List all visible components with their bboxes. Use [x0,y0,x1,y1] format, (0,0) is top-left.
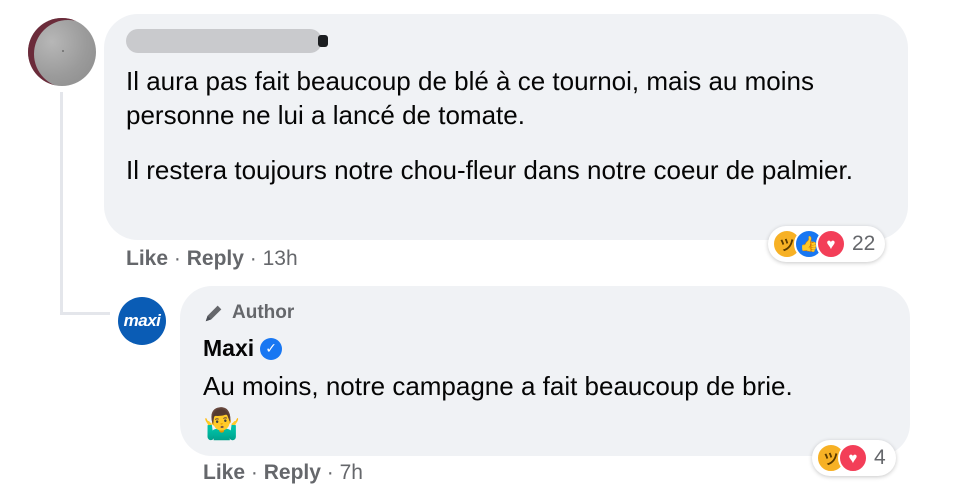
separator: · [250,461,258,484]
separator: · [326,461,334,484]
commenter-name-redacted[interactable] [126,29,328,53]
shrug-emoji-icon: 🤷‍♂️ [203,408,241,441]
reply-reply-button[interactable]: Reply [264,461,321,484]
comment-actions: Like · Reply · 13h [126,247,298,271]
verified-badge-icon: ✓ [260,337,283,360]
pen-icon [205,305,222,322]
separator: · [249,247,257,270]
maxi-logo-text: maxi [123,311,161,330]
maxi-avatar[interactable]: maxi [118,297,166,345]
reply-timestamp[interactable]: 7h [340,461,363,484]
reply-text: Au moins, notre campagne a fait beaucoup… [203,371,793,401]
author-badge-label: Author [232,302,295,323]
reaction-count: 22 [852,232,876,255]
comment-like-button[interactable]: Like [126,247,168,270]
comment-paragraph-1: Il aura pas fait beaucoup de blé à ce to… [126,66,814,130]
comment-reply-button[interactable]: Reply [187,247,244,270]
thread-line-horizontal [60,312,110,315]
reply-actions: Like · Reply · 7h [203,461,363,485]
reaction-count: 4 [874,446,886,469]
author-badge: Author [203,302,294,324]
reply-like-button[interactable]: Like [203,461,245,484]
love-reaction-icon: ♥ [816,229,846,259]
comment-paragraph-2: Il restera toujours notre chou-fleur dan… [126,155,853,185]
comment-timestamp[interactable]: 13h [263,247,298,270]
author-name-text: Maxi [203,335,255,361]
reply-author-name[interactable]: Maxi ✓ [203,335,283,362]
separator: · [173,247,181,270]
comment-reactions[interactable]: ツ 👍 ♥ 22 [768,226,886,262]
love-reaction-icon: ♥ [838,443,868,473]
thread-line-vertical [60,92,63,314]
reply-reactions[interactable]: ツ ♥ 4 [812,440,896,476]
commenter-avatar[interactable] [28,18,96,86]
